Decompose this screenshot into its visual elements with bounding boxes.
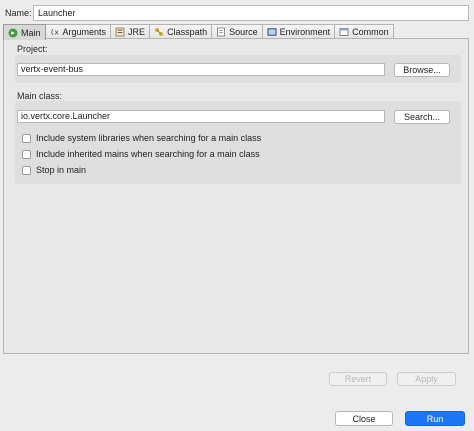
tab-classpath-label: Classpath [167,27,208,37]
main-class-field[interactable]: io.vertx.core.Launcher [17,110,385,123]
tab-strip: Main (x) Arguments JRE Classpath Source [3,24,394,40]
include-system-libraries-label: Include system libraries when searching … [36,133,262,143]
project-label: Project: [17,44,48,54]
tab-main[interactable]: Main [3,24,46,40]
source-icon [216,27,226,37]
tab-arguments-label: Arguments [62,27,107,37]
stop-in-main-checkbox[interactable] [22,165,31,175]
tab-source[interactable]: Source [211,24,263,39]
tab-arguments[interactable]: (x) Arguments [44,24,112,39]
name-label: Name: [5,8,32,18]
project-group: vertx-event-bus Browse... [15,55,461,83]
tab-jre-label: JRE [128,27,146,37]
stop-in-main-label: Stop in main [36,165,87,175]
include-system-libraries-option[interactable]: Include system libraries when searching … [22,133,261,143]
main-tab-icon [8,28,18,38]
tab-main-label: Main [21,27,41,38]
project-field[interactable]: vertx-event-bus [17,63,385,76]
run-button[interactable]: Run [405,411,465,426]
close-button[interactable]: Close [335,411,393,426]
classpath-icon [154,27,164,37]
main-class-label: Main class: [17,91,63,101]
include-system-libraries-checkbox[interactable] [22,133,31,143]
launch-configuration-dialog: Name: Main (x) Arguments JRE Classpath [0,0,474,431]
svg-text:(x): (x) [50,28,60,37]
tab-source-label: Source [229,27,258,37]
main-class-group: io.vertx.core.Launcher Search... Include… [15,101,461,184]
jre-icon [115,27,125,37]
name-input[interactable] [33,5,469,21]
include-inherited-mains-label: Include inherited mains when searching f… [36,149,260,159]
tab-jre[interactable]: JRE [110,24,151,39]
apply-button[interactable]: Apply [397,372,456,386]
stop-in-main-option[interactable]: Stop in main [22,165,86,175]
environment-icon [267,27,277,37]
include-inherited-mains-checkbox[interactable] [22,149,31,159]
include-inherited-mains-option[interactable]: Include inherited mains when searching f… [22,149,260,159]
main-tab-panel: Project: vertx-event-bus Browse... Main … [3,38,469,354]
arguments-icon: (x) [50,27,60,37]
tab-common[interactable]: Common [334,24,394,39]
revert-button[interactable]: Revert [329,372,387,386]
search-button[interactable]: Search... [394,110,450,124]
tab-classpath[interactable]: Classpath [149,24,213,39]
tab-environment[interactable]: Environment [261,24,336,39]
browse-button[interactable]: Browse... [394,63,450,77]
tab-environment-label: Environment [279,27,331,37]
tab-common-label: Common [352,27,389,37]
common-icon [339,27,349,37]
